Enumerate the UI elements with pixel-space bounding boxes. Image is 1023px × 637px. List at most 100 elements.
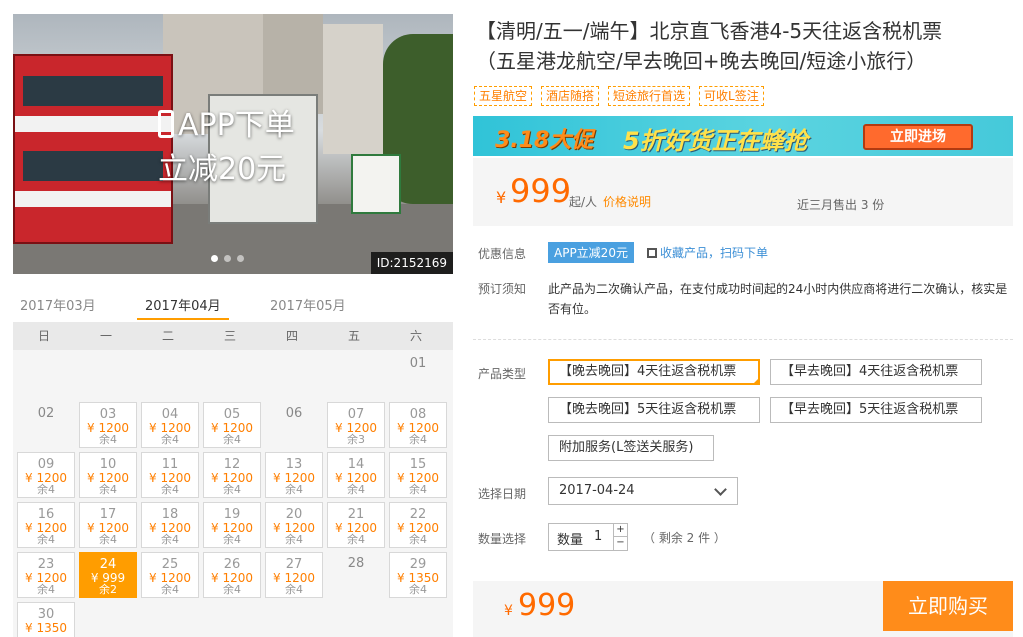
- promo-banner[interactable]: 3.18大促 5折好货正在蜂抢 立即进场: [473, 116, 1013, 156]
- total-amount: 999: [518, 588, 576, 623]
- calendar-day-cell[interactable]: 10 ¥ 1200 余4: [79, 452, 137, 498]
- calendar-day-stock: 余4: [409, 483, 427, 496]
- calendar-day-number: 22: [409, 507, 427, 522]
- quantity-minus-button[interactable]: −: [613, 537, 627, 550]
- banner-slogan: 5折好货正在蜂抢: [623, 127, 808, 155]
- calendar-day-number: 24: [99, 557, 117, 572]
- carousel-dots: [211, 255, 244, 262]
- date-select-dropdown[interactable]: 2017-04-24: [548, 477, 738, 505]
- product-type-option[interactable]: 【晚去晚回】4天往返含税机票: [548, 359, 760, 385]
- calendar-day-number: 06: [285, 406, 303, 421]
- calendar-day-cell[interactable]: 14 ¥ 1200 余4: [327, 452, 385, 498]
- tab-month-current[interactable]: 2017年04月: [137, 295, 229, 320]
- calendar-day-cell[interactable]: 18 ¥ 1200 余4: [141, 502, 199, 548]
- weekday-label: 一: [99, 329, 112, 343]
- calendar-day-number: 26: [223, 557, 241, 572]
- product-title: 【清明/五一/端午】北京直飞香港4-5天往返含税机票 （五星港龙航空/早去晚回+…: [476, 16, 1006, 76]
- banner-enter-button[interactable]: 立即进场: [863, 124, 973, 150]
- calendar-day-number: 25: [161, 557, 179, 572]
- product-type-option[interactable]: 【早去晚回】4天往返含税机票: [770, 359, 982, 385]
- carousel-dot[interactable]: [224, 255, 231, 262]
- calendar-day-price: ¥ 1350: [25, 621, 67, 635]
- green-bus-shape: [351, 154, 401, 214]
- calendar-day-number: 07: [347, 407, 365, 422]
- calendar-day-cell[interactable]: 17 ¥ 1200 余4: [79, 502, 137, 548]
- calendar-day-stock: 余4: [285, 583, 303, 596]
- calendar-day-cell[interactable]: 12 ¥ 1200 余4: [203, 452, 261, 498]
- quantity-field-label: 数量: [557, 533, 584, 548]
- calendar-day-cell[interactable]: 08 ¥ 1200 余4: [389, 402, 447, 448]
- booking-notice-text: 此产品为二次确认产品，在支付成功时间起的24小时内供应商将进行二次确认，核实是否…: [548, 282, 1008, 316]
- calendar-day-cell[interactable]: 25 ¥ 1200 余4: [141, 552, 199, 598]
- calendar-day-cell[interactable]: 05 ¥ 1200 余4: [203, 402, 261, 448]
- weekday-label: 三: [223, 329, 236, 343]
- product-type-option[interactable]: 【晚去晚回】5天往返含税机票: [548, 397, 760, 423]
- carousel-dot[interactable]: [237, 255, 244, 262]
- calendar-day-number: 18: [161, 507, 179, 522]
- calendar-day-cell[interactable]: 29 ¥ 1350 余4: [389, 552, 447, 598]
- carousel-dot[interactable]: [211, 255, 218, 262]
- calendar-day-number: 29: [409, 557, 427, 572]
- calendar-day-cell[interactable]: 04 ¥ 1200 余4: [141, 402, 199, 448]
- qr-order-link[interactable]: 收藏产品，扫码下单: [647, 244, 768, 261]
- calendar-day-number: 17: [99, 507, 117, 522]
- calendar-day-number: 27: [285, 557, 303, 572]
- tab-month-next[interactable]: 2017年05月: [270, 295, 346, 314]
- product-hero-image[interactable]: APP下单 立减20元 ID:2152169: [13, 14, 453, 274]
- quantity-plus-button[interactable]: +: [613, 524, 627, 537]
- calendar-day-stock: 余4: [99, 533, 117, 546]
- calendar-day-number: 11: [161, 457, 179, 472]
- calendar-day-stock: 余4: [161, 583, 179, 596]
- calendar-day-stock: 余4: [99, 433, 117, 446]
- calendar-day-number: 20: [285, 507, 303, 522]
- total-currency: ¥: [504, 603, 513, 619]
- tab-month-prev[interactable]: 2017年03月: [20, 295, 96, 314]
- calendar-day-cell[interactable]: 23 ¥ 1200 余4: [17, 552, 75, 598]
- quantity-value[interactable]: 1: [594, 529, 602, 544]
- price-amount: 999: [510, 172, 572, 210]
- buy-bar: ¥ 999 立即购买: [473, 581, 1013, 637]
- calendar-day-cell[interactable]: 07 ¥ 1200 余3: [327, 402, 385, 448]
- calendar-day-cell[interactable]: 19 ¥ 1200 余4: [203, 502, 261, 548]
- calendar-day-number: 30: [37, 607, 55, 622]
- calendar-day-cell[interactable]: 11 ¥ 1200 余4: [141, 452, 199, 498]
- app-discount-badge: APP立减20元: [548, 242, 634, 263]
- section-divider: [473, 339, 1013, 340]
- month-tabs: 2017年03月 2017年04月 2017年05月: [13, 292, 453, 322]
- calendar-day-number: 02: [37, 406, 55, 421]
- calendar-day-stock: 余4: [409, 583, 427, 596]
- product-type-option[interactable]: 附加服务(L签送关服务): [548, 435, 714, 461]
- calendar-day-cell[interactable]: 24 ¥ 999 余2: [79, 552, 137, 598]
- weekday-label: 六: [409, 329, 422, 343]
- product-type-option[interactable]: 【早去晚回】5天往返含税机票: [770, 397, 982, 423]
- calendar-day-cell[interactable]: 30 ¥ 1350: [17, 602, 75, 637]
- offers-label: 优惠信息: [478, 247, 527, 261]
- calendar-day-cell[interactable]: 15 ¥ 1200 余4: [389, 452, 447, 498]
- calendar-day-number: 03: [99, 407, 117, 422]
- remaining-stock: （ 剩余 2 件 ）: [643, 531, 726, 545]
- product-tags: 五星航空 酒店随搭 短途旅行首选 可收L签注: [474, 86, 764, 106]
- calendar-day-cell[interactable]: 22 ¥ 1200 余4: [389, 502, 447, 548]
- product-tag: 短途旅行首选: [608, 86, 691, 106]
- quantity-stepper[interactable]: 数量 1 + −: [548, 523, 628, 551]
- calendar-day-stock: 余4: [409, 433, 427, 446]
- calendar-day-cell[interactable]: 20 ¥ 1200 余4: [265, 502, 323, 548]
- calendar-day-cell[interactable]: 03 ¥ 1200 余4: [79, 402, 137, 448]
- calendar-day-cell[interactable]: 27 ¥ 1200 余4: [265, 552, 323, 598]
- buy-now-button[interactable]: 立即购买: [883, 581, 1013, 631]
- calendar-day-cell[interactable]: 13 ¥ 1200 余4: [265, 452, 323, 498]
- weekday-label: 五: [347, 329, 360, 343]
- promo-line-2: 立减20元: [158, 152, 287, 187]
- hero-promo-text: APP下单 立减20元: [158, 104, 295, 192]
- calendar-day-number: 14: [347, 457, 365, 472]
- calendar-day-number: 01: [409, 356, 427, 371]
- price-explain-link[interactable]: 价格说明: [603, 193, 651, 210]
- date-select-value: 2017-04-24: [559, 483, 635, 498]
- calendar-day-cell: 28: [327, 552, 385, 598]
- calendar-day-cell[interactable]: 26 ¥ 1200 余4: [203, 552, 261, 598]
- calendar-day-cell[interactable]: 21 ¥ 1200 余4: [327, 502, 385, 548]
- calendar-day-cell[interactable]: 09 ¥ 1200 余4: [17, 452, 75, 498]
- calendar-day-number: 28: [347, 556, 365, 571]
- calendar-day-cell[interactable]: 16 ¥ 1200 余4: [17, 502, 75, 548]
- product-tag: 五星航空: [474, 86, 533, 106]
